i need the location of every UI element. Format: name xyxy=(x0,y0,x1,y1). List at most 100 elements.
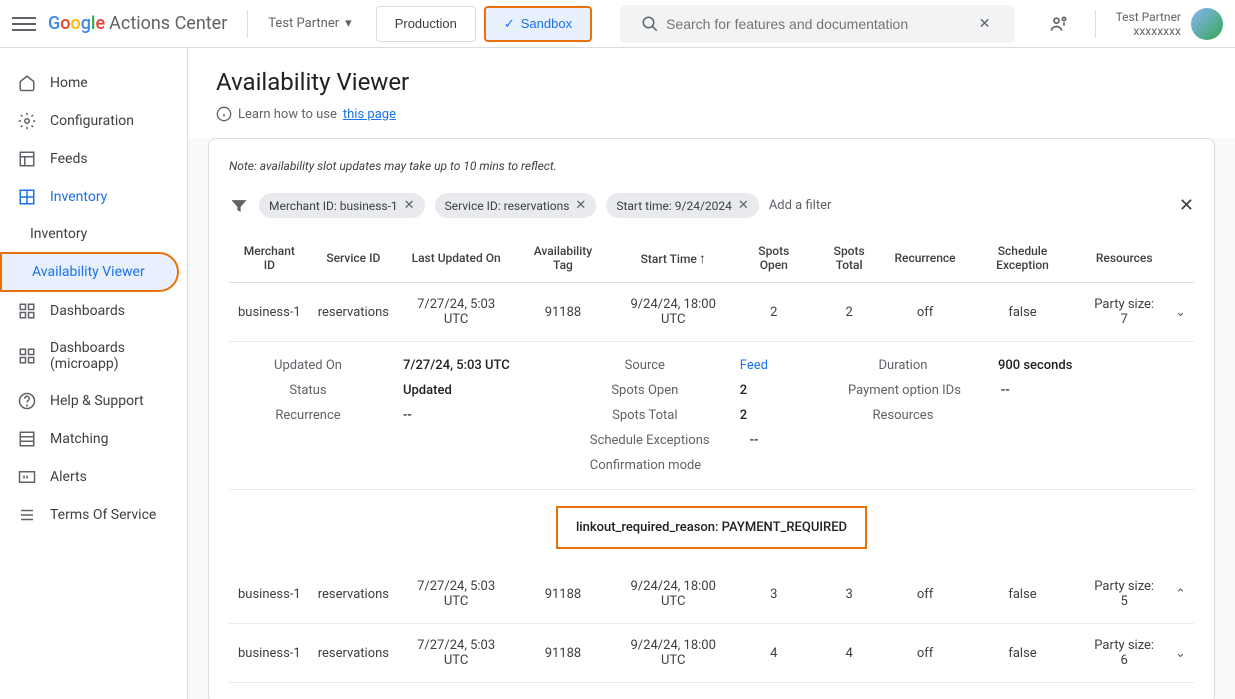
availability-table: Merchant ID Service ID Last Updated On A… xyxy=(229,234,1194,683)
cell: 7/27/24, 5:03 UTC xyxy=(397,565,515,624)
user-block[interactable]: Test Partner xxxxxxxx xyxy=(1116,8,1223,40)
partner-label: Test Partner xyxy=(268,16,339,31)
col-tag[interactable]: Availability Tag xyxy=(515,234,610,283)
sidebar-item-inventory[interactable]: Inventory xyxy=(0,178,187,216)
filter-chip-service[interactable]: Service ID: reservations✕ xyxy=(435,193,597,218)
table-row[interactable]: business-1 reservations 7/27/24, 5:03 UT… xyxy=(229,565,1194,624)
production-button[interactable]: Production xyxy=(376,6,476,42)
cell: Party size: 7 xyxy=(1081,283,1166,342)
chip-remove-icon[interactable]: ✕ xyxy=(738,198,749,213)
sidebar-label: Inventory xyxy=(30,226,87,242)
add-filter-button[interactable]: Add a filter xyxy=(769,198,832,213)
cell: reservations xyxy=(310,565,397,624)
cell: 9/24/24, 18:00 UTC xyxy=(611,565,736,624)
sidebar-item-help[interactable]: Help & Support xyxy=(0,382,187,420)
col-merchant[interactable]: Merchant ID xyxy=(229,234,310,283)
menu-icon[interactable] xyxy=(12,12,36,36)
sidebar-item-feeds[interactable]: Feeds xyxy=(0,140,187,178)
cell: 91188 xyxy=(515,624,610,683)
share-user-icon[interactable] xyxy=(1043,8,1075,40)
sidebar-item-dashboards-microapp[interactable]: Dashboards (microapp) xyxy=(0,330,187,382)
col-recur[interactable]: Recurrence xyxy=(887,234,964,283)
chevron-down-icon: ▾ xyxy=(345,16,352,31)
search-input[interactable] xyxy=(666,16,968,32)
cell: business-1 xyxy=(229,565,310,624)
chip-label: Start time: 9/24/2024 xyxy=(616,199,732,213)
divider xyxy=(1095,10,1096,38)
linkout-reason: linkout_required_reason: PAYMENT_REQUIRE… xyxy=(556,506,867,549)
cell: off xyxy=(887,565,964,624)
col-open[interactable]: Spots Open xyxy=(736,234,812,283)
sidebar-item-tos[interactable]: Terms Of Service xyxy=(0,496,187,534)
table-row[interactable]: business-1 reservations 7/27/24, 5:03 UT… xyxy=(229,624,1194,683)
check-icon: ✓ xyxy=(504,16,515,32)
clear-icon[interactable]: ✕ xyxy=(969,8,1001,40)
sidebar-label: Dashboards (microapp) xyxy=(50,340,169,372)
sidebar-item-inventory-sub[interactable]: Inventory xyxy=(0,216,187,252)
detail-value: Updated xyxy=(403,383,452,398)
detail-label: Spots Total xyxy=(590,408,700,423)
close-filters-icon[interactable]: ✕ xyxy=(1179,195,1194,216)
detail-value: 900 seconds xyxy=(998,358,1072,373)
hint-text: Learn how to use xyxy=(238,107,337,122)
col-service[interactable]: Service ID xyxy=(310,234,397,283)
main-content: Availability Viewer Learn how to use thi… xyxy=(188,48,1235,699)
sidebar-item-availability-viewer[interactable]: Availability Viewer xyxy=(0,252,179,292)
filter-chip-start[interactable]: Start time: 9/24/2024 ✕ xyxy=(606,193,758,218)
cell: 2 xyxy=(736,283,812,342)
cell: off xyxy=(887,283,964,342)
partner-dropdown[interactable]: Test Partner ▾ xyxy=(268,16,351,31)
cell: 91188 xyxy=(515,565,610,624)
cell: Party size: 5 xyxy=(1081,565,1166,624)
col-resources[interactable]: Resources xyxy=(1081,234,1166,283)
avatar[interactable] xyxy=(1191,8,1223,40)
sidebar-item-configuration[interactable]: Configuration xyxy=(0,102,187,140)
sidebar-label: Feeds xyxy=(50,151,88,167)
filter-bar: Merchant ID: business-1✕ Service ID: res… xyxy=(229,193,1194,218)
expand-icon[interactable]: ⌄ xyxy=(1167,283,1194,342)
user-sub: xxxxxxxx xyxy=(1116,24,1181,38)
hint-row: Learn how to use this page xyxy=(216,106,1207,122)
sidebar-item-home[interactable]: Home xyxy=(0,64,187,102)
sidebar-label: Home xyxy=(50,75,88,91)
sidebar-label: Availability Viewer xyxy=(32,264,145,280)
cell: 4 xyxy=(736,624,812,683)
col-sched[interactable]: Schedule Exception xyxy=(964,234,1082,283)
cell: 91188 xyxy=(515,283,610,342)
detail-panel: Updated On7/27/24, 5:03 UTC StatusUpdate… xyxy=(229,342,1194,490)
logo[interactable]: Google Actions Center xyxy=(48,13,227,34)
table-row[interactable]: business-1 reservations 7/27/24, 5:03 UT… xyxy=(229,283,1194,342)
col-start[interactable]: Start Time↑ xyxy=(611,234,736,283)
chip-remove-icon[interactable]: ✕ xyxy=(404,198,415,213)
sandbox-button[interactable]: ✓ Sandbox xyxy=(484,6,592,42)
sidebar-item-matching[interactable]: Matching xyxy=(0,420,187,458)
sidebar-item-alerts[interactable]: Alerts xyxy=(0,458,187,496)
sort-up-icon: ↑ xyxy=(699,251,706,267)
cell: 2 xyxy=(812,283,887,342)
detail-value: 2 xyxy=(740,383,747,398)
col-updated[interactable]: Last Updated On xyxy=(397,234,515,283)
col-total[interactable]: Spots Total xyxy=(812,234,887,283)
filter-icon[interactable] xyxy=(229,196,249,216)
detail-label: Updated On xyxy=(253,358,363,373)
detail-label: Schedule Exceptions xyxy=(590,433,710,448)
hint-link[interactable]: this page xyxy=(343,107,396,122)
cell: 7/27/24, 5:03 UTC xyxy=(397,624,515,683)
search-box[interactable]: ✕ xyxy=(620,5,1014,43)
cell: business-1 xyxy=(229,624,310,683)
page-title: Availability Viewer xyxy=(216,68,1207,96)
sidebar-label: Inventory xyxy=(50,189,107,205)
detail-label: Status xyxy=(253,383,363,398)
detail-value-link[interactable]: Feed xyxy=(740,358,768,373)
cell: reservations xyxy=(310,624,397,683)
filter-chip-merchant[interactable]: Merchant ID: business-1✕ xyxy=(259,193,425,218)
cell: 3 xyxy=(812,565,887,624)
cell: 9/24/24, 18:00 UTC xyxy=(611,624,736,683)
sidebar: Home Configuration Feeds Inventory Inven… xyxy=(0,48,188,699)
collapse-icon[interactable]: ⌃ xyxy=(1167,565,1194,624)
cell: false xyxy=(964,283,1082,342)
expand-icon[interactable]: ⌄ xyxy=(1167,624,1194,683)
content-card: Note: availability slot updates may take… xyxy=(208,138,1215,699)
chip-remove-icon[interactable]: ✕ xyxy=(575,198,586,213)
sidebar-item-dashboards[interactable]: Dashboards xyxy=(0,292,187,330)
